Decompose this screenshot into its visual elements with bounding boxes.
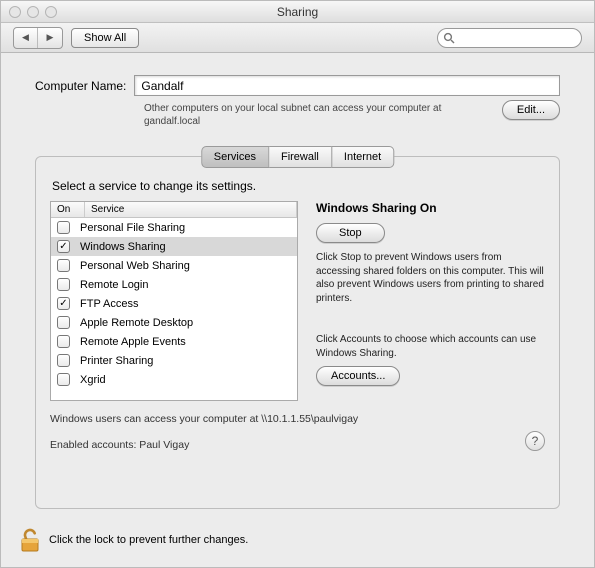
tab-firewall[interactable]: Firewall (269, 146, 331, 168)
lock-text: Click the lock to prevent further change… (49, 534, 248, 546)
service-name: Personal File Sharing (80, 222, 185, 234)
back-button[interactable]: ◀ (14, 28, 38, 48)
stop-description: Click Stop to prevent Windows users from… (316, 251, 545, 305)
list-item[interactable]: ✓ FTP Access (51, 294, 297, 313)
search-field[interactable] (437, 28, 582, 48)
accounts-description: Click Accounts to choose which accounts … (316, 333, 545, 360)
show-all-button[interactable]: Show All (71, 28, 139, 48)
forward-button[interactable]: ▶ (38, 28, 62, 48)
computer-name-input[interactable] (134, 75, 560, 96)
computer-name-label: Computer Name: (35, 79, 126, 93)
service-checkbox[interactable] (57, 335, 70, 348)
list-item[interactable]: Apple Remote Desktop (51, 313, 297, 332)
service-name: Apple Remote Desktop (80, 317, 193, 329)
service-checkbox[interactable] (57, 354, 70, 367)
service-name: Remote Login (80, 279, 149, 291)
service-checkbox[interactable] (57, 316, 70, 329)
edit-button[interactable]: Edit... (502, 100, 560, 120)
service-name: Remote Apple Events (80, 336, 186, 348)
service-checkbox[interactable] (57, 259, 70, 272)
service-name: Printer Sharing (80, 355, 153, 367)
list-item[interactable]: ✓ Windows Sharing (51, 237, 297, 256)
help-button[interactable]: ? (525, 431, 545, 451)
service-name: Xgrid (80, 374, 106, 386)
titlebar: Sharing (1, 1, 594, 23)
list-item[interactable]: Personal File Sharing (51, 218, 297, 237)
toolbar: ◀ ▶ Show All (1, 23, 594, 53)
service-name: Windows Sharing (80, 241, 166, 253)
search-icon (443, 32, 455, 44)
list-item[interactable]: Remote Login (51, 275, 297, 294)
accounts-button[interactable]: Accounts... (316, 366, 400, 386)
window-title: Sharing (1, 5, 594, 19)
header-on[interactable]: On (51, 202, 85, 217)
service-checkbox[interactable]: ✓ (57, 297, 70, 310)
detail-title: Windows Sharing On (316, 201, 545, 215)
list-item[interactable]: Xgrid (51, 370, 297, 389)
service-checkbox[interactable] (57, 278, 70, 291)
service-name: Personal Web Sharing (80, 260, 190, 272)
tabs: Services Firewall Internet (201, 146, 394, 168)
tab-internet[interactable]: Internet (331, 146, 394, 168)
computer-name-note: Other computers on your local subnet can… (144, 102, 494, 128)
services-groupbox: Services Firewall Internet Select a serv… (35, 156, 560, 509)
enabled-accounts: Enabled accounts: Paul Vigay (50, 439, 189, 451)
service-checkbox[interactable] (57, 221, 70, 234)
lock-icon[interactable] (19, 527, 41, 553)
list-item[interactable]: Printer Sharing (51, 351, 297, 370)
service-name: FTP Access (80, 298, 138, 310)
stop-button[interactable]: Stop (316, 223, 385, 243)
tab-services[interactable]: Services (201, 146, 269, 168)
nav-buttons: ◀ ▶ (13, 27, 63, 49)
service-checkbox[interactable]: ✓ (57, 240, 70, 253)
service-detail: Windows Sharing On Stop Click Stop to pr… (316, 201, 545, 401)
content-area: Computer Name: Other computers on your l… (1, 53, 594, 517)
list-item[interactable]: Personal Web Sharing (51, 256, 297, 275)
header-service[interactable]: Service (85, 202, 297, 217)
sharing-preferences-window: Sharing ◀ ▶ Show All Computer Name: Othe… (0, 0, 595, 568)
instruction-text: Select a service to change its settings. (52, 179, 545, 193)
footer: Click the lock to prevent further change… (1, 517, 594, 567)
service-checkbox[interactable] (57, 373, 70, 386)
access-status: Windows users can access your computer a… (50, 413, 545, 425)
list-header: On Service (51, 202, 297, 218)
services-list: On Service Personal File Sharing ✓ Windows… (50, 201, 298, 401)
list-item[interactable]: Remote Apple Events (51, 332, 297, 351)
